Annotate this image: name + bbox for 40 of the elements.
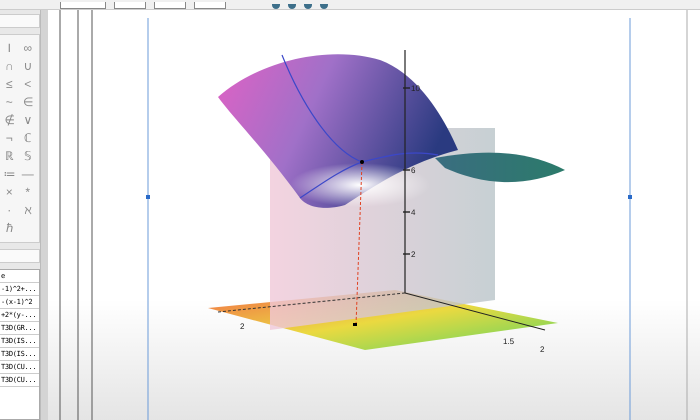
tick-label: 2 — [411, 250, 416, 259]
tick-label: 6 — [411, 166, 416, 175]
tick-label: 2 — [240, 322, 244, 331]
palette-symbol[interactable]: — — [18, 167, 37, 182]
palette-symbol[interactable]: ∉ — [0, 113, 18, 128]
palette-symbol[interactable]: * — [18, 185, 37, 200]
panel-header — [0, 14, 40, 28]
palette-symbol[interactable]: ℝ — [0, 149, 18, 164]
palette-symbol[interactable]: × — [0, 185, 18, 200]
palette-symbol[interactable]: I — [0, 41, 18, 56]
tick-label: 2 — [540, 345, 544, 354]
number-field[interactable] — [194, 2, 226, 9]
number-field[interactable] — [114, 2, 146, 9]
tick-label: 4 — [411, 208, 416, 217]
resize-handle[interactable] — [628, 195, 632, 199]
palette-symbol[interactable]: ∩ — [0, 59, 18, 74]
tick-label: 10 — [411, 84, 420, 93]
palette-symbol[interactable]: ≔ — [0, 167, 18, 182]
palette-symbol[interactable]: · — [0, 203, 18, 218]
palette-symbol[interactable]: < — [18, 77, 37, 92]
z-tick — [403, 169, 410, 171]
palette-symbol[interactable]: ℏ — [0, 221, 18, 236]
palette-symbol[interactable]: ∈ — [18, 95, 37, 110]
palette-symbol[interactable]: ~ — [0, 95, 18, 110]
resize-handle[interactable] — [146, 195, 150, 199]
palette-symbol[interactable]: ¬ — [0, 131, 18, 146]
panel-header — [0, 249, 40, 263]
palette-symbol[interactable]: ℂ — [18, 131, 37, 146]
z-tick — [403, 253, 410, 255]
palette-symbol[interactable]: ≤ — [0, 77, 18, 92]
palette-symbol[interactable]: ∪ — [18, 59, 37, 74]
palette-symbol[interactable]: ℵ — [18, 203, 37, 218]
palette-symbol[interactable]: ∞ — [18, 41, 37, 56]
palette-symbol[interactable]: 𝕊 — [18, 149, 37, 164]
palette-symbol[interactable]: ∨ — [18, 113, 37, 128]
z-tick — [403, 211, 410, 213]
z-tick — [403, 87, 410, 89]
number-field[interactable] — [154, 2, 186, 9]
tick-label: 1.5 — [503, 337, 514, 346]
style-dropdown[interactable] — [60, 2, 106, 9]
